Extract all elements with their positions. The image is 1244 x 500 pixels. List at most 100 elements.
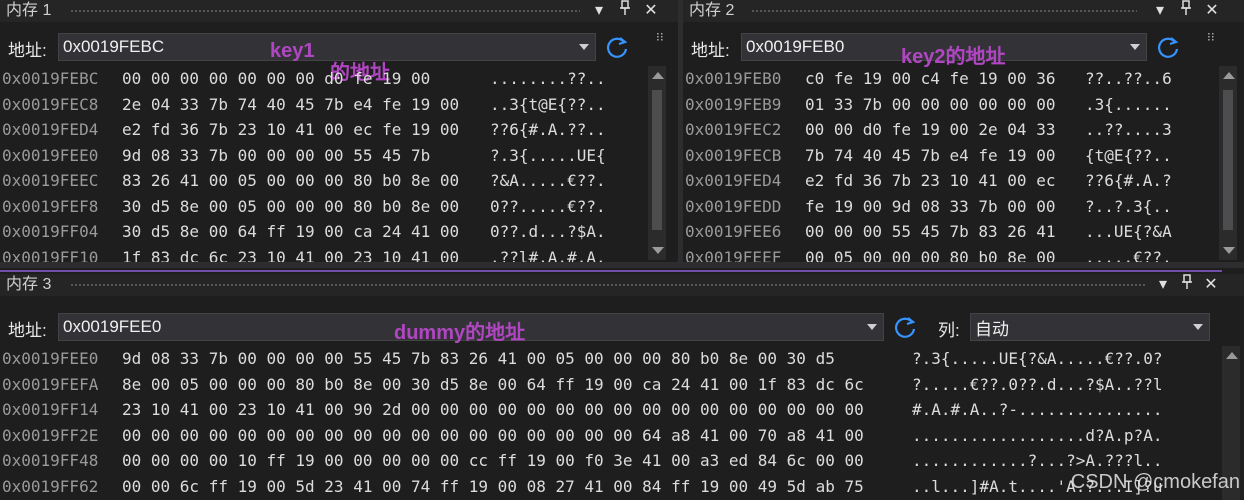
memory-row[interactable]: 0x0019FED4 e2 fd 36 7b 23 10 41 00 ec ??6{… — [683, 168, 1203, 194]
refresh-icon[interactable] — [1155, 34, 1181, 60]
pane-1-titlebar[interactable]: 内存 1 ▾ ✕ — [0, 0, 678, 22]
row-hex-bytes[interactable]: 9d 08 33 7b 00 00 00 00 55 45 7b 83 26 4… — [122, 346, 835, 372]
scroll-down-icon[interactable] — [1223, 247, 1235, 254]
address-combobox[interactable] — [58, 33, 596, 61]
row-ascii[interactable]: ?.3{.....UE{?&A.....€??.0? — [912, 346, 1162, 372]
memory-row[interactable]: 0x0019FEBC 00 00 00 00 00 00 00 d0 fe 19 … — [0, 66, 640, 92]
row-hex-bytes[interactable]: 00 00 6c ff 19 00 5d 23 41 00 74 ff 19 0… — [122, 474, 864, 500]
close-icon[interactable]: ✕ — [1201, 0, 1223, 22]
pin-icon[interactable] — [1175, 0, 1197, 22]
memory-row[interactable]: 0x0019FF14 23 10 41 00 23 10 41 00 90 2d … — [0, 397, 1200, 423]
row-hex-bytes[interactable]: 00 00 00 00 00 00 00 00 00 00 00 00 00 0… — [122, 423, 864, 449]
row-ascii[interactable]: ??6{#.A.? — [1085, 168, 1172, 194]
row-hex-bytes[interactable]: 00 00 00 00 00 00 00 d0 fe 19 00 — [122, 66, 430, 92]
pane-2-titlebar[interactable]: 内存 2 ▾ ✕ — [683, 0, 1244, 22]
columns-combobox[interactable] — [970, 313, 1210, 341]
scroll-up-icon[interactable] — [1226, 352, 1238, 359]
row-ascii[interactable]: .....€??. — [1085, 245, 1172, 263]
memory-row[interactable]: 0x0019FEC8 2e 04 33 7b 74 40 45 7b e4 fe … — [0, 92, 640, 118]
scroll-down-icon[interactable] — [652, 247, 664, 254]
scroll-up-icon[interactable] — [1223, 72, 1235, 79]
row-ascii[interactable]: ??..??..6 — [1085, 66, 1172, 92]
row-ascii[interactable]: ..3{t@E{??.. — [490, 92, 606, 118]
row-hex-bytes[interactable]: 8e 00 05 00 00 00 80 b0 8e 00 30 d5 8e 0… — [122, 372, 864, 398]
row-hex-bytes[interactable]: 00 00 00 55 45 7b 83 26 41 — [805, 219, 1055, 245]
memory-row[interactable]: 0x0019FEE6 00 00 00 55 45 7b 83 26 41 ...U… — [683, 219, 1203, 245]
row-hex-bytes[interactable]: 7b 74 40 45 7b e4 fe 19 00 — [805, 143, 1055, 169]
memory-row[interactable]: 0x0019FEE0 9d 08 33 7b 00 00 00 00 55 45 … — [0, 143, 640, 169]
memory-row[interactable]: 0x0019FEC2 00 00 d0 fe 19 00 2e 04 33..??… — [683, 117, 1203, 143]
horizontal-divider[interactable] — [0, 262, 1244, 268]
pane-2-scrollbar[interactable] — [1219, 66, 1237, 260]
scroll-up-icon[interactable] — [652, 72, 664, 79]
row-ascii[interactable]: ..??....3 — [1085, 117, 1172, 143]
row-hex-bytes[interactable]: 83 26 41 00 05 00 00 00 80 b0 8e 00 — [122, 168, 459, 194]
refresh-icon[interactable] — [604, 34, 630, 60]
scroll-thumb[interactable] — [652, 90, 662, 230]
memory-row[interactable]: 0x0019FF48 00 00 00 00 10 ff 19 00 00 00 … — [0, 448, 1200, 474]
row-hex-bytes[interactable]: 2e 04 33 7b 74 40 45 7b e4 fe 19 00 — [122, 92, 459, 118]
memory-row[interactable]: 0x0019FEDD fe 19 00 9d 08 33 7b 00 00?..?… — [683, 194, 1203, 220]
close-icon[interactable]: ✕ — [1200, 274, 1222, 296]
chevron-down-icon[interactable] — [1130, 44, 1140, 50]
pin-icon[interactable] — [614, 0, 636, 22]
row-hex-bytes[interactable]: 30 d5 8e 00 64 ff 19 00 ca 24 41 00 — [122, 219, 459, 245]
memory-row[interactable]: 0x0019FEEF 00 05 00 00 00 80 b0 8e 00....… — [683, 245, 1203, 263]
row-hex-bytes[interactable]: e2 fd 36 7b 23 10 41 00 ec — [805, 168, 1055, 194]
memory-row[interactable]: 0x0019FEF8 30 d5 8e 00 05 00 00 00 80 b0 … — [0, 194, 640, 220]
row-hex-bytes[interactable]: 00 05 00 00 00 80 b0 8e 00 — [805, 245, 1055, 263]
overflow-icon[interactable]: ⁝⁝ — [1207, 30, 1215, 44]
chevron-down-icon[interactable] — [1193, 324, 1203, 330]
dropdown-icon[interactable]: ▾ — [588, 0, 610, 22]
row-hex-bytes[interactable]: 23 10 41 00 23 10 41 00 90 2d 00 00 00 0… — [122, 397, 864, 423]
row-ascii[interactable]: ..................d?A.p?A. — [912, 423, 1162, 449]
row-ascii[interactable]: .3{...... — [1085, 92, 1172, 118]
row-ascii[interactable]: ........??.. — [490, 66, 606, 92]
row-hex-bytes[interactable]: 9d 08 33 7b 00 00 00 00 55 45 7b — [122, 143, 430, 169]
row-hex-bytes[interactable]: 30 d5 8e 00 05 00 00 00 80 b0 8e 00 — [122, 194, 459, 220]
chevron-down-icon[interactable] — [867, 324, 877, 330]
refresh-icon[interactable] — [892, 314, 918, 340]
memory-row[interactable]: 0x0019FEFA 8e 00 05 00 00 00 80 b0 8e 00 … — [0, 372, 1200, 398]
row-ascii[interactable]: ?&A.....€??. — [490, 168, 606, 194]
row-ascii[interactable]: {t@E{??.. — [1085, 143, 1172, 169]
memory-row[interactable]: 0x0019FEB0 c0 fe 19 00 c4 fe 19 00 36??..… — [683, 66, 1203, 92]
row-hex-bytes[interactable]: 00 00 d0 fe 19 00 2e 04 33 — [805, 117, 1055, 143]
row-ascii[interactable]: ...UE{?&A — [1085, 219, 1172, 245]
pane-2-memory-grid[interactable]: 0x0019FEB0 c0 fe 19 00 c4 fe 19 00 36??..… — [683, 66, 1203, 262]
memory-row[interactable]: 0x0019FF10 1f 83 dc 6c 23 10 41 00 23 10 … — [0, 245, 640, 263]
memory-row[interactable]: 0x0019FF2E 00 00 00 00 00 00 00 00 00 00 … — [0, 423, 1200, 449]
row-hex-bytes[interactable]: fe 19 00 9d 08 33 7b 00 00 — [805, 194, 1055, 220]
memory-row[interactable]: 0x0019FEEC 83 26 41 00 05 00 00 00 80 b0 … — [0, 168, 640, 194]
memory-row[interactable]: 0x0019FF04 30 d5 8e 00 64 ff 19 00 ca 24 … — [0, 219, 640, 245]
overflow-icon[interactable]: ⁝⁝ — [656, 30, 664, 44]
row-ascii[interactable]: ?..?.3{.. — [1085, 194, 1172, 220]
row-hex-bytes[interactable]: 01 33 7b 00 00 00 00 00 00 — [805, 92, 1055, 118]
row-ascii[interactable]: 0??.d...?$A. — [490, 219, 606, 245]
row-ascii[interactable]: 0??.....€??. — [490, 194, 606, 220]
row-hex-bytes[interactable]: c0 fe 19 00 c4 fe 19 00 36 — [805, 66, 1055, 92]
row-ascii[interactable]: ??6{#.A.??.. — [490, 117, 606, 143]
row-hex-bytes[interactable]: 00 00 00 00 10 ff 19 00 00 00 00 00 cc f… — [122, 448, 864, 474]
close-icon[interactable]: ✕ — [640, 0, 662, 22]
memory-row[interactable]: 0x0019FEE0 9d 08 33 7b 00 00 00 00 55 45 … — [0, 346, 1200, 372]
columns-input[interactable] — [975, 316, 1185, 338]
pin-icon[interactable] — [1176, 274, 1198, 296]
dropdown-icon[interactable]: ▾ — [1149, 0, 1171, 22]
pane-3-titlebar[interactable]: 内存 3 ▾ ✕ — [0, 274, 1244, 296]
memory-row[interactable]: 0x0019FEB9 01 33 7b 00 00 00 00 00 00 .3{.… — [683, 92, 1203, 118]
pane-3-memory-grid[interactable]: 0x0019FEE0 9d 08 33 7b 00 00 00 00 55 45 … — [0, 346, 1200, 499]
row-ascii[interactable]: #.A.#.A..?-............... — [912, 397, 1162, 423]
memory-row[interactable]: 0x0019FECB 7b 74 40 45 7b e4 fe 19 00 {t@E… — [683, 143, 1203, 169]
row-ascii[interactable]: ?.....€??.0??.d...?$A..??l — [912, 372, 1162, 398]
row-hex-bytes[interactable]: e2 fd 36 7b 23 10 41 00 ec fe 19 00 — [122, 117, 459, 143]
memory-row[interactable]: 0x0019FED4 e2 fd 36 7b 23 10 41 00 ec fe … — [0, 117, 640, 143]
pane-1-memory-grid[interactable]: 0x0019FEBC 00 00 00 00 00 00 00 d0 fe 19 … — [0, 66, 640, 262]
pane-1-scrollbar[interactable] — [648, 66, 666, 260]
row-ascii[interactable]: ?.3{.....UE{ — [490, 143, 606, 169]
scroll-thumb[interactable] — [1223, 90, 1233, 230]
row-hex-bytes[interactable]: 1f 83 dc 6c 23 10 41 00 23 10 41 00 — [122, 245, 459, 263]
memory-row[interactable]: 0x0019FF62 00 00 6c ff 19 00 5d 23 41 00 … — [0, 474, 1200, 500]
row-ascii[interactable]: ............?...?>A.???l.. — [912, 448, 1162, 474]
chevron-down-icon[interactable] — [579, 44, 589, 50]
